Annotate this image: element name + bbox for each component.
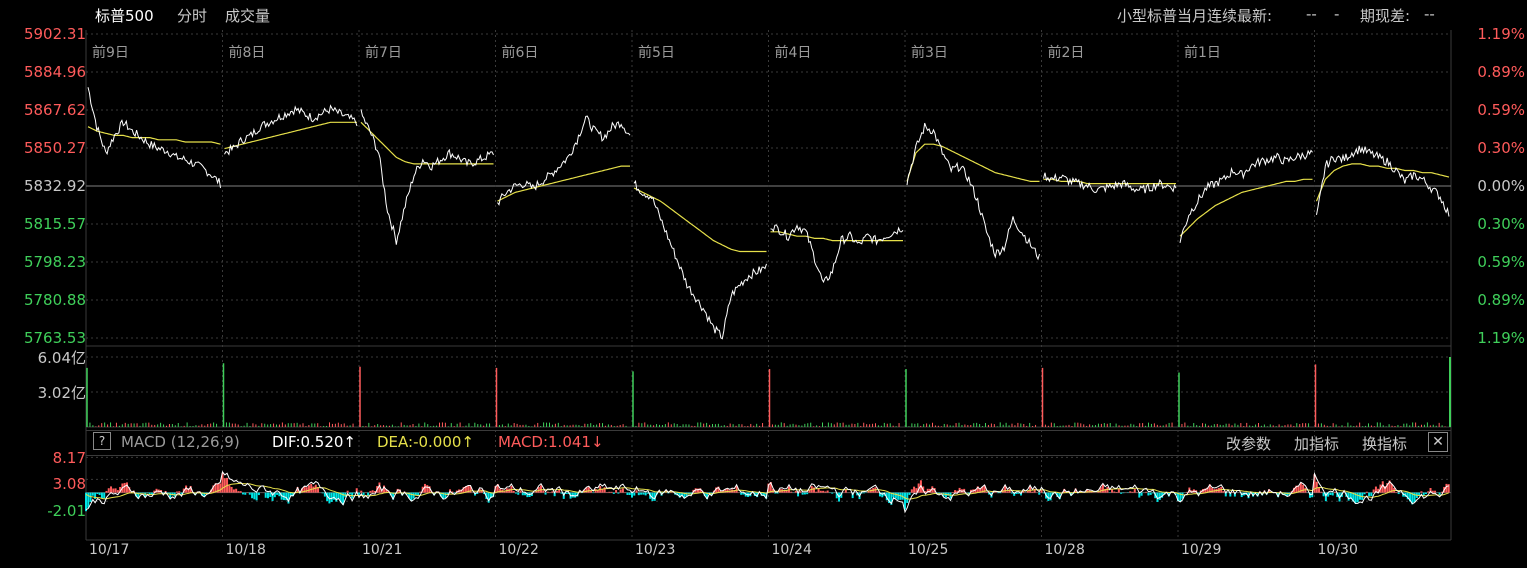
pct-axis-label: 0.30% xyxy=(1477,215,1525,233)
macd-axis-top: 8.17 xyxy=(52,449,86,467)
pct-axis-label: 0.30% xyxy=(1477,139,1525,157)
price-line xyxy=(770,224,904,284)
day-label: 前4日 xyxy=(774,45,812,61)
date-label: 10/18 xyxy=(225,542,266,558)
price-line xyxy=(906,122,1040,261)
pct-axis-label: 0.59% xyxy=(1477,101,1525,119)
price-axis-label: 5884.96 xyxy=(23,63,86,81)
macd-indicator-name[interactable]: MACD (12,26,9) xyxy=(121,433,240,451)
pct-axis-label: 0.89% xyxy=(1477,63,1525,81)
pct-axis-label: 1.19% xyxy=(1477,329,1525,347)
avg-line xyxy=(906,143,1040,182)
day-label: 前1日 xyxy=(1184,45,1221,61)
price-line xyxy=(633,179,767,340)
volume-axis-top: 6.04亿 xyxy=(37,349,86,367)
avg-line xyxy=(1043,178,1176,185)
price-axis-label: 5780.88 xyxy=(23,291,86,309)
pct-axis-label: 1.19% xyxy=(1477,25,1525,43)
switch-indicator-button[interactable]: 换指标 xyxy=(1362,433,1407,454)
price-axis-label: 5832.92 xyxy=(23,177,86,195)
date-label: 10/22 xyxy=(498,542,539,558)
macd-macd-value: MACD:1.041↓ xyxy=(498,433,604,451)
avg-line xyxy=(1179,178,1313,237)
macd-axis-mid: 3.08 xyxy=(52,475,86,493)
timeshare-chart[interactable] xyxy=(0,0,1527,568)
help-button[interactable]: ? xyxy=(93,432,111,450)
price-axis-label: 5815.57 xyxy=(23,215,86,233)
date-label: 10/28 xyxy=(1044,542,1085,558)
price-axis-label: 5850.27 xyxy=(23,139,86,157)
close-icon[interactable]: ✕ xyxy=(1428,432,1448,452)
day-label: 前2日 xyxy=(1047,45,1085,61)
day-label: 前9日 xyxy=(92,45,129,61)
date-label: 10/29 xyxy=(1181,542,1222,558)
date-label: 10/23 xyxy=(635,542,676,558)
price-axis-label: 5867.62 xyxy=(23,101,86,119)
add-indicator-button[interactable]: 加指标 xyxy=(1294,433,1339,454)
price-axis-label: 5798.23 xyxy=(23,253,86,271)
pct-axis-label: 0.59% xyxy=(1477,253,1525,271)
avg-line xyxy=(360,121,494,165)
price-line xyxy=(224,104,358,156)
day-separators xyxy=(222,30,1315,540)
date-label: 10/25 xyxy=(908,542,949,558)
day-label: 前3日 xyxy=(911,45,948,61)
price-line xyxy=(1179,149,1313,244)
avg-line xyxy=(1315,163,1450,202)
avg-line xyxy=(497,165,630,202)
avg-line xyxy=(633,187,767,253)
date-label: 10/30 xyxy=(1317,542,1358,558)
day-label: 前7日 xyxy=(365,45,402,61)
macd-dif-value: DIF:0.520↑ xyxy=(272,433,357,451)
day-label: 前5日 xyxy=(638,45,675,61)
date-label: 10/17 xyxy=(89,542,130,558)
price-axis-label: 5902.31 xyxy=(23,25,86,43)
day-label: 前8日 xyxy=(228,45,266,61)
pct-axis-label: 0.89% xyxy=(1477,291,1525,309)
volume-axis-mid: 3.02亿 xyxy=(37,384,86,402)
date-label: 10/24 xyxy=(771,542,812,558)
macd-axis-low: -2.01 xyxy=(47,502,86,520)
price-line xyxy=(87,87,221,189)
change-params-button[interactable]: 改参数 xyxy=(1226,433,1271,454)
date-label: 10/21 xyxy=(362,542,403,558)
avg-line xyxy=(224,121,357,150)
price-axis-label: 5763.53 xyxy=(23,329,86,347)
day-label: 前6日 xyxy=(501,45,539,61)
price-line xyxy=(1043,172,1177,194)
macd-dea-value: DEA:-0.000↑ xyxy=(377,433,475,451)
pct-axis-label: 0.00% xyxy=(1477,177,1525,195)
price-line xyxy=(1316,145,1450,217)
